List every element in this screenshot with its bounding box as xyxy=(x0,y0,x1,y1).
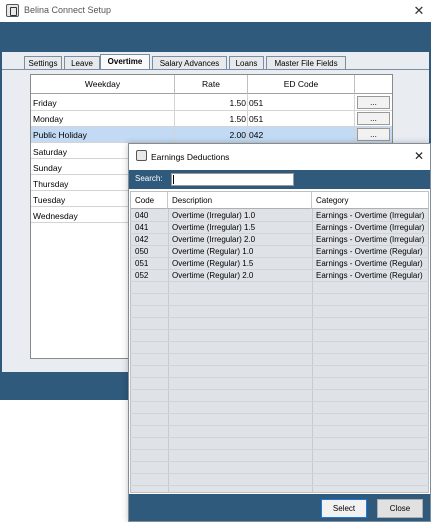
list-row-divider xyxy=(130,341,429,342)
list-row-divider xyxy=(130,461,429,462)
ed-code-cell: 051 xyxy=(249,114,264,124)
weekday-cell: Monday xyxy=(33,114,64,124)
tab-settings[interactable]: Settings xyxy=(24,56,62,70)
weekday-cell: Thursday xyxy=(33,179,69,189)
list-row-divider xyxy=(130,293,429,294)
ed-code-cell: 051 xyxy=(249,98,264,108)
category-cell[interactable]: Earnings - Overtime (Irregular) xyxy=(312,222,428,234)
list-row-divider xyxy=(130,305,429,306)
category-cell[interactable]: Earnings - Overtime (Regular) xyxy=(312,270,428,282)
window-title: Belina Connect Setup xyxy=(24,5,112,15)
column-header-description[interactable]: Description xyxy=(168,192,312,209)
rate-cell: 2.00 xyxy=(229,130,246,140)
column-header-weekday[interactable]: Weekday xyxy=(31,75,175,94)
category-cell[interactable]: Earnings - Overtime (Regular) xyxy=(312,246,428,258)
code-cell[interactable]: 042 xyxy=(131,234,167,246)
weekday-cell: Friday xyxy=(33,98,57,108)
code-cell[interactable]: 051 xyxy=(131,258,167,270)
description-cell[interactable]: Overtime (Regular) 1.0 xyxy=(168,246,311,258)
description-cell[interactable]: Overtime (Regular) 1.5 xyxy=(168,258,311,270)
dialog-title: Earnings Deductions xyxy=(151,152,230,162)
list-row-divider xyxy=(130,413,429,414)
app-icon xyxy=(6,4,19,17)
tab-divider xyxy=(2,69,429,70)
column-header-category[interactable]: Category xyxy=(312,192,428,209)
weekday-cell: Tuesday xyxy=(33,195,66,205)
code-cell[interactable]: 041 xyxy=(131,222,167,234)
list-row-divider xyxy=(130,353,429,354)
weekday-cell: Sunday xyxy=(33,163,62,173)
tab-overtime[interactable]: Overtime xyxy=(100,54,150,70)
column-header-rate[interactable]: Rate xyxy=(175,75,248,94)
category-cell[interactable]: Earnings - Overtime (Irregular) xyxy=(312,210,428,222)
description-cell[interactable]: Overtime (Irregular) 1.5 xyxy=(168,222,311,234)
code-cell[interactable]: 052 xyxy=(131,270,167,282)
column-header-code[interactable]: Code xyxy=(131,192,168,209)
tab-salary-advances[interactable]: Salary Advances xyxy=(152,56,227,70)
list-row-divider xyxy=(130,317,429,318)
weekday-cell: Saturday xyxy=(33,147,68,157)
close-button[interactable]: Close xyxy=(377,499,423,518)
list-row-divider xyxy=(130,437,429,438)
rate-cell: 1.50 xyxy=(229,114,246,124)
window-close-icon[interactable]: ✕ xyxy=(410,2,428,20)
tab-master-file-fields[interactable]: Master File Fields xyxy=(266,56,346,70)
weekday-cell: Public Holiday xyxy=(33,130,87,140)
search-label: Search: xyxy=(135,174,163,183)
ed-code-lookup-button[interactable]: ... xyxy=(357,96,390,109)
description-cell[interactable]: Overtime (Irregular) 2.0 xyxy=(168,234,311,246)
list-row-divider xyxy=(130,473,429,474)
category-cell[interactable]: Earnings - Overtime (Regular) xyxy=(312,258,428,270)
list-row-divider xyxy=(130,389,429,390)
column-header-ed-code[interactable]: ED Code xyxy=(248,75,355,94)
header-band xyxy=(0,22,431,50)
list-row-divider xyxy=(130,425,429,426)
text-caret xyxy=(173,175,174,184)
column-header-button xyxy=(355,75,392,94)
code-cell[interactable]: 050 xyxy=(131,246,167,258)
list-row-divider xyxy=(130,401,429,402)
tab-loans[interactable]: Loans xyxy=(229,56,264,70)
dialog-close-icon[interactable]: ✕ xyxy=(412,149,426,163)
description-cell[interactable]: Overtime (Regular) 2.0 xyxy=(168,270,311,282)
tab-leave[interactable]: Leave xyxy=(64,56,100,70)
select-button[interactable]: Select xyxy=(321,499,367,518)
ed-code-cell: 042 xyxy=(249,130,264,140)
ed-code-lookup-button[interactable]: ... xyxy=(357,112,390,125)
list-row-divider xyxy=(130,485,429,486)
weekday-cell: Wednesday xyxy=(33,211,78,221)
dialog-app-icon xyxy=(136,150,147,161)
rate-cell: 1.50 xyxy=(229,98,246,108)
code-cell[interactable]: 040 xyxy=(131,210,167,222)
description-cell[interactable]: Overtime (Irregular) 1.0 xyxy=(168,210,311,222)
search-input[interactable] xyxy=(171,173,294,186)
list-row-divider xyxy=(130,377,429,378)
list-row-divider xyxy=(130,449,429,450)
list-row-divider xyxy=(130,365,429,366)
list-row-divider xyxy=(130,329,429,330)
category-cell[interactable]: Earnings - Overtime (Irregular) xyxy=(312,234,428,246)
ed-code-lookup-button[interactable]: ... xyxy=(357,128,390,141)
